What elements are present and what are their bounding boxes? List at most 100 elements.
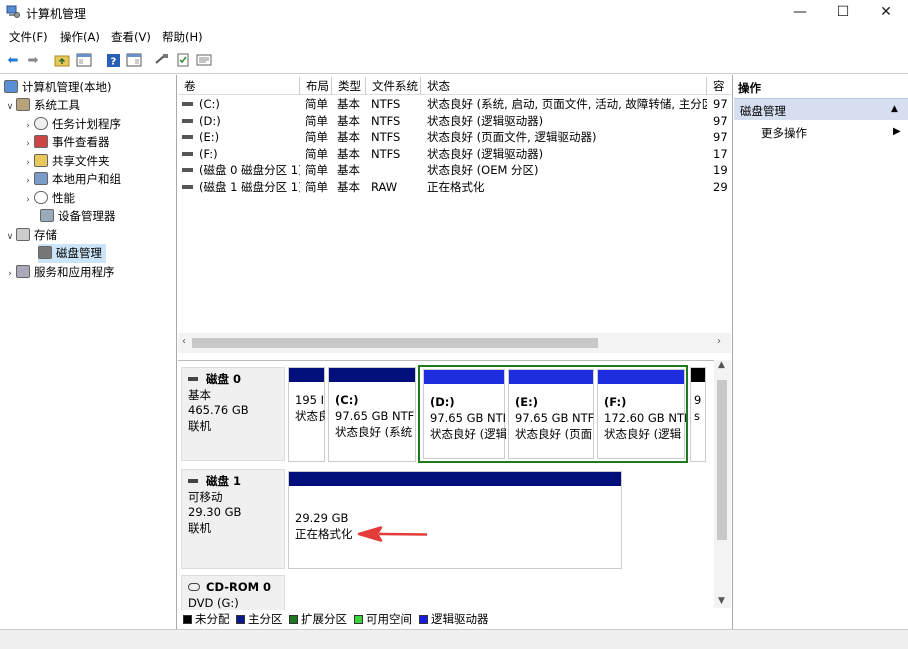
cd-icon (188, 583, 200, 591)
tree-item-performance[interactable]: › 性能 (22, 189, 75, 208)
horizontal-scrollbar[interactable]: ‹ › (178, 333, 731, 353)
table-cell-type: 基本 (337, 146, 367, 163)
tree-item-local-users[interactable]: › 本地用户和组 (22, 170, 121, 189)
chevron-down-icon[interactable]: ∨ (4, 228, 16, 247)
chevron-right-icon[interactable]: › (22, 191, 34, 210)
extended-partition[interactable]: (D:) 97.65 GB NTI 状态良好 (逻辑 (E:) 97.65 GB NT… (418, 365, 688, 463)
computer-management-icon (4, 80, 18, 93)
cell-text: 17 (713, 146, 728, 161)
cdrom-info[interactable]: CD-ROM 0 DVD (G:) (181, 575, 285, 613)
svg-text:?: ? (110, 56, 116, 67)
up-folder-icon[interactable] (53, 51, 71, 69)
table-row[interactable]: (磁盘 1 磁盘分区 1) 简单 基本 RAW 正在格式化 29 (178, 179, 731, 196)
forward-icon[interactable]: ➡ (24, 51, 42, 69)
action-more[interactable]: 更多操作 ▶ (761, 125, 907, 141)
cell-text: 简单 (305, 113, 328, 128)
disk0-info[interactable]: 磁盘 0 基本 465.76 GB 联机 (181, 367, 285, 461)
tree-item-root[interactable]: 计算机管理(本地) (4, 78, 111, 97)
partition-d[interactable]: (D:) 97.65 GB NTI 状态良好 (逻辑 (423, 369, 506, 459)
tree-item-shared-folders[interactable]: › 共享文件夹 (22, 152, 110, 171)
collapse-up-icon[interactable]: ▲ (891, 104, 898, 114)
scroll-up-icon[interactable]: ▲ (718, 360, 725, 370)
table-cell-fs: NTFS (371, 113, 421, 130)
partition-text: (D:) 97.65 GB NTI 状态良好 (逻辑 (430, 395, 506, 441)
properties-icon[interactable] (174, 51, 192, 69)
close-button[interactable]: ✕ (866, 0, 906, 26)
help-icon[interactable]: ? (104, 51, 122, 69)
tree-item-system-tools[interactable]: ∨ 系统工具 (4, 96, 80, 115)
navigation-tree: 计算机管理(本地) ∨ 系统工具 › 任务计划程序 › 事件查看器 › 共享文件夹 › 本… (0, 75, 177, 629)
menu-file[interactable]: 文件(F) (9, 29, 48, 45)
volume-icon (182, 168, 193, 172)
column-header-layout[interactable]: 布局 (300, 77, 332, 95)
users-icon (34, 172, 48, 185)
tree-item-task-scheduler[interactable]: › 任务计划程序 (22, 115, 121, 134)
tree-item-disk-management[interactable]: 磁盘管理 (38, 244, 106, 263)
disk1-info[interactable]: 磁盘 1 可移动 29.30 GB 联机 (181, 469, 285, 569)
partition-unallocated[interactable]: 9s (690, 367, 706, 462)
tree-item-event-viewer[interactable]: › 事件查看器 (22, 133, 110, 152)
tree-label: 本地用户和组 (52, 172, 121, 186)
partition-disk1[interactable]: 29.29 GB 正在格式化 (288, 471, 622, 569)
tree-label: 计算机管理(本地) (22, 80, 112, 94)
chevron-down-icon[interactable]: ∨ (4, 98, 16, 117)
table-cell-layout: 简单 (305, 146, 335, 163)
show-hide-tree-icon[interactable] (75, 51, 93, 69)
table-row[interactable]: (C:) 简单 基本 NTFS 状态良好 (系统, 启动, 页面文件, 活动, 故障转储… (178, 96, 731, 113)
table-row[interactable]: (F:) 简单 基本 NTFS 状态良好 (逻辑驱动器) 17 (178, 146, 731, 163)
cell-text: 97 (713, 130, 728, 144)
scroll-right-icon[interactable]: › (717, 336, 721, 347)
tree-item-services-apps[interactable]: › 服务和应用程序 (4, 263, 115, 282)
menu-action[interactable]: 操作(A) (60, 29, 100, 45)
column-header-volume[interactable]: 卷 (178, 77, 300, 95)
menu-help[interactable]: 帮助(H) (162, 29, 203, 45)
scroll-left-icon[interactable]: ‹ (182, 336, 186, 347)
tree-item-storage[interactable]: ∨ 存储 (4, 226, 57, 245)
column-header-type[interactable]: 类型 (332, 77, 366, 95)
maximize-button[interactable]: ☐ (823, 0, 863, 26)
table-row[interactable]: (磁盘 0 磁盘分区 1) 简单 基本 状态良好 (OEM 分区) 19 (178, 162, 731, 179)
table-cell-status: 状态良好 (逻辑驱动器) (427, 146, 707, 163)
table-row[interactable]: (E:) 简单 基本 NTFS 状态良好 (页面文件, 逻辑驱动器) 97 (178, 129, 731, 146)
menu-view[interactable]: 查看(V) (111, 29, 151, 45)
connect-icon[interactable] (153, 51, 171, 69)
partition-c[interactable]: (C:) 97.65 GB NTFS 状态良好 (系统 (328, 367, 416, 462)
partition-text: (C:) 97.65 GB NTFS 状态良好 (系统 (335, 393, 415, 439)
table-cell-name: (F:) (178, 146, 300, 163)
computer-management-icon (6, 5, 20, 18)
shared-folder-icon (34, 153, 48, 167)
tree-item-device-manager[interactable]: 设备管理器 (40, 207, 116, 226)
cell-text: 简单 (305, 97, 328, 111)
column-header-capacity[interactable]: 容 (707, 77, 731, 95)
column-header-status[interactable]: 状态 (421, 77, 707, 95)
scroll-down-icon[interactable]: ▼ (718, 596, 725, 606)
partition-e[interactable]: (E:) 97.65 GB NTFS 状态良好 (页面 (508, 369, 595, 459)
partition-f[interactable]: (F:) 172.60 GB NTI 状态良好 (逻辑 (597, 369, 686, 459)
details-icon[interactable] (195, 51, 213, 69)
toolbar: ⬅ ➡ ? (0, 46, 908, 74)
volume-icon (182, 135, 193, 139)
disk0-state: 联机 (188, 418, 211, 433)
partition-oem[interactable]: 195 I 状态良 (288, 367, 325, 462)
actions-section-disk-management[interactable]: 磁盘管理 ▲ (734, 98, 908, 120)
cell-text: 基本 (337, 146, 360, 161)
table-row[interactable]: (D:) 简单 基本 NTFS 状态良好 (逻辑驱动器) 97 (178, 113, 731, 130)
back-icon[interactable]: ⬅ (4, 51, 22, 69)
volume-table-header: 卷 布局 类型 文件系统 状态 容 (178, 77, 731, 95)
chevron-right-icon[interactable]: › (4, 265, 16, 284)
scrollbar-thumb[interactable] (717, 380, 727, 540)
table-cell-type: 基本 (337, 96, 367, 113)
cell-text: 简单 (305, 163, 328, 177)
column-header-filesystem[interactable]: 文件系统 (366, 77, 421, 95)
vertical-scrollbar[interactable]: ▲ ▼ (714, 360, 731, 608)
tree-label: 事件查看器 (52, 135, 110, 149)
minimize-button[interactable]: — (780, 0, 820, 26)
cell-text: (磁盘 1 磁盘分区 1) (199, 179, 300, 194)
scrollbar-thumb[interactable] (192, 338, 598, 348)
partition-bar (598, 370, 684, 384)
table-cell-fs: NTFS (371, 96, 421, 113)
show-hide-action-pane-icon[interactable] (125, 51, 143, 69)
tree-label: 任务计划程序 (52, 116, 121, 131)
legend-label: 主分区 (248, 612, 283, 626)
cell-text: 状态良好 (OEM 分区) (427, 163, 539, 177)
